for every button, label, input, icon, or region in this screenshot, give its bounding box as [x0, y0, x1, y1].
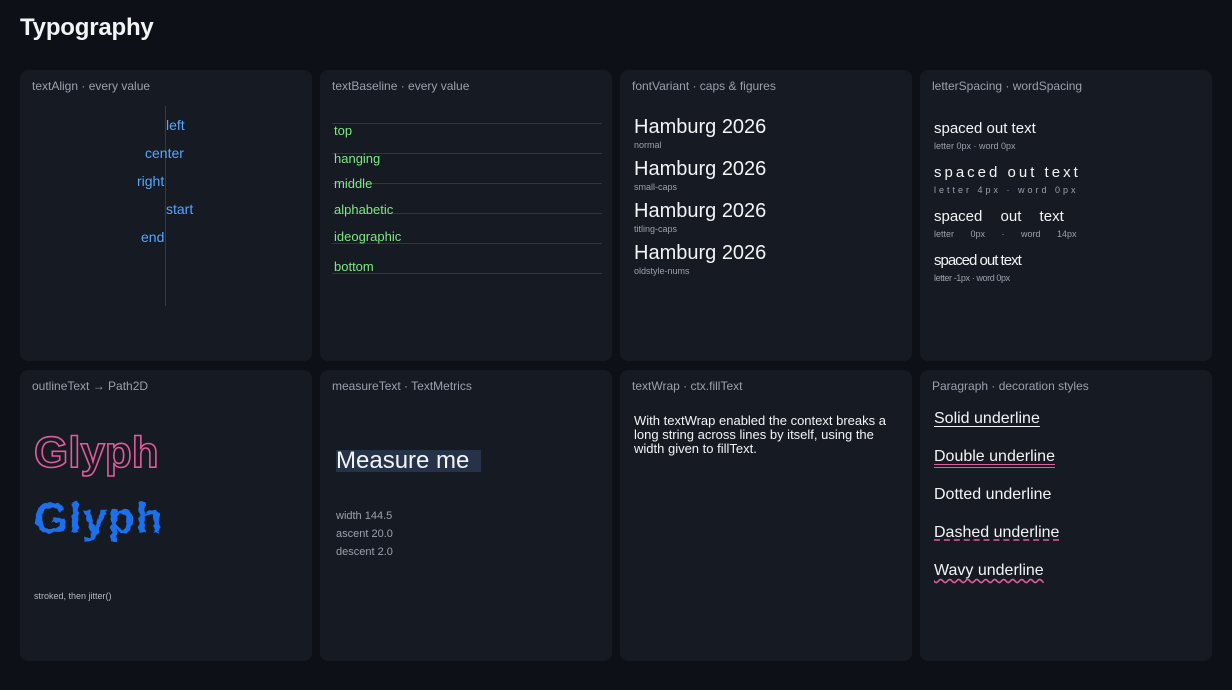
card-title: textWrap · ctx.fillText: [632, 379, 743, 393]
variant-titling-caps-caption: titling-caps: [634, 224, 678, 234]
spacing-card: letterSpacing · wordSpacing spaced out t…: [920, 70, 1212, 361]
measured-text-sample: Measure me: [336, 447, 470, 474]
outline-note: stroked, then jitter(): [34, 591, 112, 601]
baseline-middle-sample: middle: [334, 176, 373, 191]
outline-text-card: outlineText → Path2D Glyph Glyph stroked…: [20, 370, 312, 661]
card-title: fontVariant · caps & figures: [632, 79, 776, 93]
card-title: measureText · TextMetrics: [332, 379, 472, 393]
card-title: textBaseline · every value: [332, 79, 470, 93]
text-wrap-card: textWrap · ctx.fillText With textWrap en…: [620, 370, 912, 661]
text-baseline-card: textBaseline · every value top hanging m…: [320, 70, 612, 361]
baseline-guide: [332, 123, 602, 124]
variant-small-caps-sample: Hamburg 2026: [634, 158, 767, 180]
spacing-word-caption: letter 0px · word 14px: [934, 229, 1077, 239]
variant-titling-caps-sample: Hamburg 2026: [634, 200, 767, 222]
card-title: Paragraph · decoration styles: [932, 379, 1089, 393]
align-end-sample: end: [141, 229, 165, 245]
spacing-letter-sample: spaced out text: [934, 164, 1081, 181]
card-title: textAlign · every value: [32, 79, 151, 93]
align-start-sample: start: [166, 201, 194, 217]
spacing-tight-sample: spaced out text: [934, 252, 1022, 269]
align-left-sample: left: [166, 117, 185, 133]
variant-oldstyle-nums-caption: oldstyle-nums: [634, 266, 690, 276]
metric-width: width 144.5: [336, 510, 393, 522]
variant-normal-sample: Hamburg 2026: [634, 116, 767, 138]
baseline-guide: [332, 183, 602, 184]
decoration-card: Paragraph · decoration styles Solid unde…: [920, 370, 1212, 661]
text-align-card: textAlign · every value left center righ…: [20, 70, 312, 361]
measure-text-card: measureText · TextMetrics Measure me wid…: [320, 370, 612, 661]
spacing-letter-caption: letter 4px · word 0px: [934, 185, 1079, 195]
baseline-alphabetic-sample: alphabetic: [334, 202, 394, 217]
dashed-underline-sample: Dashed underline: [934, 524, 1060, 541]
spacing-tight-caption: letter -1px · word 0px: [934, 273, 1010, 283]
metric-ascent: ascent 20.0: [336, 528, 393, 540]
font-variant-card: fontVariant · caps & figures Hamburg 202…: [620, 70, 912, 361]
double-underline-sample: Double underline: [934, 448, 1055, 465]
spacing-default-caption: letter 0px · word 0px: [934, 141, 1016, 151]
jittered-glyph-text: Glyph: [34, 494, 164, 543]
baseline-ideographic-sample: ideographic: [334, 229, 402, 244]
variant-normal-caption: normal: [634, 140, 662, 150]
spacing-word-sample: spaced out text: [934, 208, 1064, 225]
variant-oldstyle-nums-sample: Hamburg 2026: [634, 242, 767, 264]
card-title: letterSpacing · wordSpacing: [932, 79, 1083, 93]
baseline-hanging-sample: hanging: [334, 151, 381, 166]
baseline-bottom-sample: bottom: [334, 259, 374, 274]
variant-small-caps-caption: small-caps: [634, 182, 678, 192]
baseline-top-sample: top: [334, 123, 353, 138]
solid-underline-sample: Solid underline: [934, 410, 1040, 427]
dotted-underline-sample: Dotted underline: [934, 486, 1052, 503]
page-title: Typography: [20, 14, 154, 41]
spacing-default-sample: spaced out text: [934, 120, 1036, 137]
wavy-underline-sample: Wavy underline: [934, 562, 1044, 579]
wrapped-paragraph: With textWrap enabled the context breaks…: [634, 413, 886, 456]
card-grid: textAlign · every value left center righ…: [20, 70, 1212, 661]
align-center-sample: center: [145, 145, 184, 161]
align-right-sample: right: [137, 173, 165, 189]
metric-descent: descent 2.0: [336, 546, 393, 558]
